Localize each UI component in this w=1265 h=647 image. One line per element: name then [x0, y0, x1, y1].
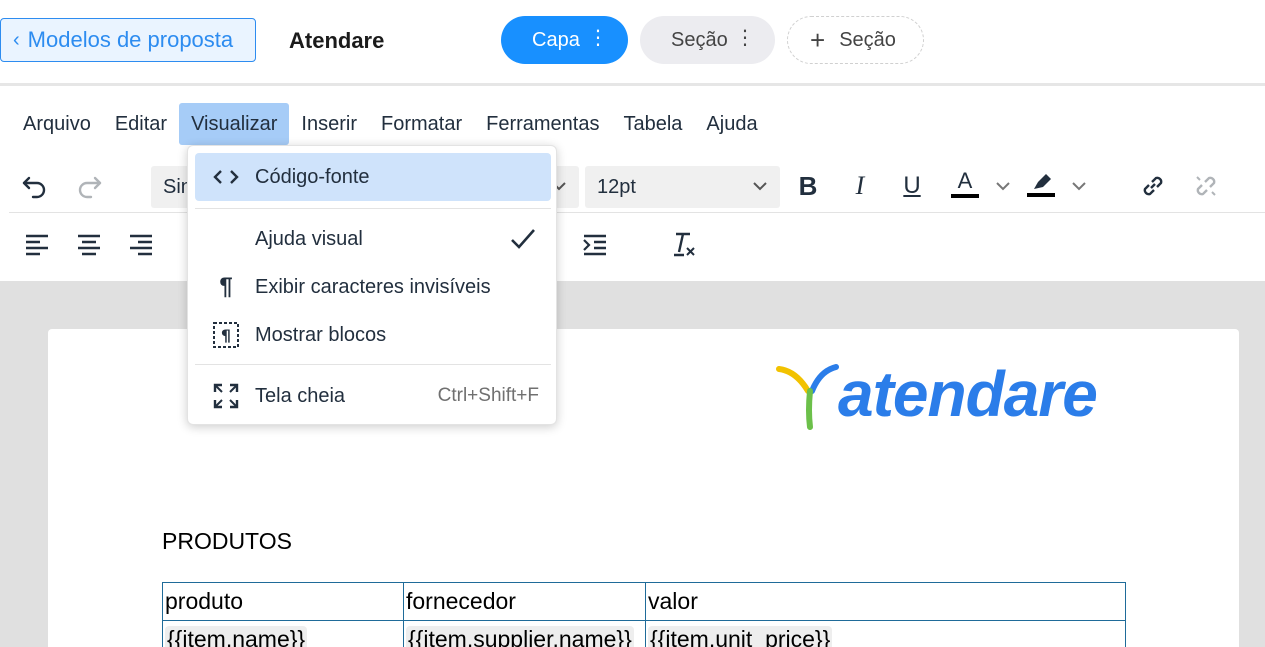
tab-capa-label: Capa [532, 28, 580, 51]
more-options-icon[interactable]: ⋮ [735, 28, 755, 48]
menu-formatar[interactable]: Formatar [369, 103, 474, 145]
text-color-icon[interactable]: A [950, 169, 980, 199]
menu-visualizar[interactable]: Visualizar [179, 103, 290, 145]
table-header-cell[interactable]: fornecedor [403, 582, 646, 621]
plus-icon: + [810, 24, 826, 55]
products-table[interactable]: produto fornecedor valor {{item.name}} {… [162, 582, 1126, 647]
menu-item-show-blocks[interactable]: ¶ Mostrar blocos [195, 311, 551, 359]
menu-tabela[interactable]: Tabela [611, 103, 694, 145]
fullscreen-icon [211, 381, 241, 411]
indent-icon[interactable] [580, 229, 610, 259]
align-right-icon[interactable] [126, 229, 156, 259]
menu-arquivo[interactable]: Arquivo [11, 103, 103, 145]
font-size-value: 12pt [597, 175, 636, 198]
menu-item-label: Tela cheia [255, 384, 346, 407]
menu-item-label: Exibir caracteres invisíveis [255, 275, 491, 298]
top-header: ‹ Modelos de proposta Atendare Capa ⋮ Se… [0, 0, 1265, 86]
back-to-templates-button[interactable]: ‹ Modelos de proposta [0, 18, 256, 62]
table-cell[interactable]: {{item.unit_price}} [645, 620, 1126, 647]
menu-ajuda[interactable]: Ajuda [694, 103, 769, 145]
template-variable: {{item.unit_price}} [648, 626, 833, 647]
unlink-icon[interactable] [1191, 171, 1221, 201]
back-button-label: Modelos de proposta [27, 27, 234, 52]
checkmark-icon [509, 225, 537, 259]
link-icon[interactable] [1138, 171, 1168, 201]
menu-editar[interactable]: Editar [103, 103, 179, 145]
menu-item-source-code[interactable]: Código-fonte [195, 153, 551, 201]
keyboard-shortcut: Ctrl+Shift+F [437, 385, 539, 406]
menubar: Arquivo Editar Visualizar Inserir Format… [0, 103, 770, 145]
table-cell[interactable]: {{item.supplier.name}} [403, 620, 646, 647]
menu-item-label: Ajuda visual [255, 227, 363, 250]
align-left-icon[interactable] [22, 229, 52, 259]
highlight-color-icon[interactable] [1026, 169, 1056, 199]
menu-item-fullscreen[interactable]: Tela cheia Ctrl+Shift+F [195, 372, 551, 420]
font-size-select[interactable]: 12pt [585, 166, 780, 208]
clear-formatting-icon[interactable] [669, 229, 699, 259]
menu-divider [195, 208, 551, 209]
menu-inserir[interactable]: Inserir [289, 103, 369, 145]
menu-divider [195, 364, 551, 365]
menu-item-invisible-chars[interactable]: ¶ Exibir caracteres invisíveis [195, 263, 551, 311]
italic-icon[interactable]: I [845, 171, 875, 201]
table-cell[interactable]: {{item.name}} [162, 620, 404, 647]
chevron-left-icon: ‹ [13, 28, 20, 51]
menu-item-visual-aid[interactable]: Ajuda visual [195, 215, 551, 263]
chevron-down-icon[interactable] [1064, 171, 1094, 201]
table-row: {{item.name}} {{item.supplier.name}} {{i… [162, 620, 1126, 647]
table-header-cell[interactable]: valor [645, 582, 1126, 621]
table-header-row: produto fornecedor valor [162, 582, 1126, 621]
page-title: Atendare [289, 28, 385, 53]
atendare-logo: atendare [776, 358, 1128, 433]
svg-text:¶: ¶ [221, 326, 231, 345]
template-variable: {{item.supplier.name}} [406, 626, 634, 647]
chevron-down-icon [750, 176, 770, 202]
tab-capa[interactable]: Capa ⋮ [501, 16, 628, 64]
section-title: PRODUTOS [162, 528, 292, 554]
tab-secao-label: Seção [671, 28, 728, 51]
tab-secao[interactable]: Seção ⋮ [640, 16, 775, 64]
menu-item-label: Mostrar blocos [255, 323, 387, 346]
undo-icon[interactable] [20, 171, 50, 201]
table-header-cell[interactable]: produto [162, 582, 404, 621]
code-icon [211, 162, 241, 192]
pilcrow-icon: ¶ [219, 273, 233, 300]
show-blocks-icon: ¶ [211, 320, 241, 350]
view-menu-dropdown: Código-fonte Ajuda visual ¶ Exibir carac… [187, 145, 557, 425]
menu-item-label: Código-fonte [255, 165, 370, 188]
chevron-down-icon[interactable] [988, 171, 1018, 201]
add-section-label: Seção [839, 28, 896, 51]
menu-ferramentas[interactable]: Ferramentas [474, 103, 611, 145]
bold-icon[interactable]: B [793, 171, 823, 201]
redo-icon[interactable] [74, 171, 104, 201]
template-variable: {{item.name}} [165, 626, 308, 647]
align-center-icon[interactable] [74, 229, 104, 259]
more-options-icon[interactable]: ⋮ [588, 28, 608, 48]
logo-wordmark: atendare [838, 358, 1098, 430]
underline-icon[interactable]: U [897, 171, 927, 201]
add-section-button[interactable]: + Seção [787, 16, 924, 64]
